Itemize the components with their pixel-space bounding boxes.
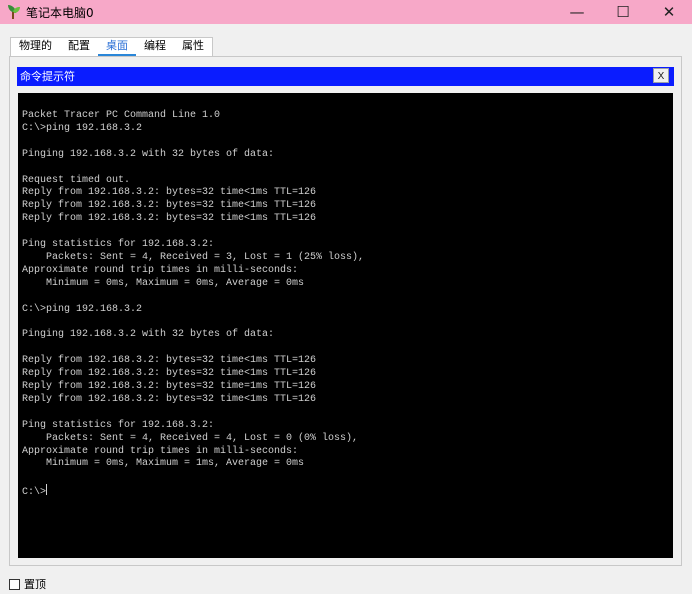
always-on-top-label: 置顶 [24, 578, 46, 591]
terminal-output[interactable]: Packet Tracer PC Command Line 1.0 C:\>pi… [18, 93, 673, 558]
text-cursor [46, 484, 48, 496]
always-on-top-option[interactable]: 置顶 [9, 576, 46, 592]
window-title: 笔记本电脑0 [26, 5, 94, 20]
tab-config[interactable]: 配置 [60, 37, 98, 56]
command-prompt-close-button[interactable]: X [653, 68, 669, 83]
always-on-top-checkbox[interactable] [9, 578, 20, 590]
maximize-button[interactable]: ☐ [600, 0, 646, 24]
tab-physical[interactable]: 物理的 [10, 37, 60, 56]
tab-bar: 物理的 配置 桌面 编程 属性 [0, 24, 692, 57]
bottom-bar: 置顶 [0, 566, 692, 594]
tab-attributes[interactable]: 属性 [174, 37, 213, 56]
window-controls: — ☐ ✕ [554, 0, 692, 24]
tab-desktop[interactable]: 桌面 [98, 37, 136, 57]
command-prompt-title: 命令提示符 [20, 70, 75, 83]
minimize-button[interactable]: — [554, 0, 600, 24]
close-button[interactable]: ✕ [646, 0, 692, 24]
app-leaf-icon [6, 4, 22, 20]
title-bar: 笔记本电脑0 — ☐ ✕ [0, 0, 692, 24]
command-prompt-header: 命令提示符 X [17, 67, 674, 86]
terminal-lines: Packet Tracer PC Command Line 1.0 C:\>pi… [22, 110, 365, 470]
terminal-prompt: C:\> [22, 487, 47, 499]
tab-programming[interactable]: 编程 [136, 37, 174, 56]
